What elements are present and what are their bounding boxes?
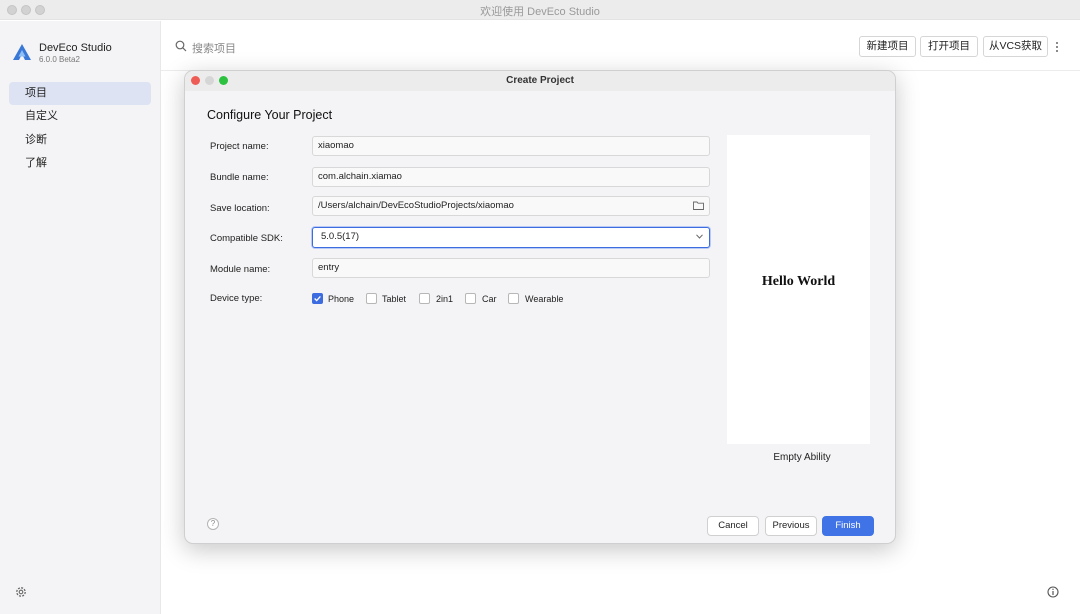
- finish-button[interactable]: Finish: [822, 516, 874, 536]
- bundle-name-label: Bundle name:: [210, 172, 269, 183]
- help-button[interactable]: ?: [207, 518, 219, 530]
- save-location-label: Save location:: [210, 203, 270, 214]
- device-2in1-checkbox[interactable]: [419, 293, 430, 304]
- app-version: 6.0.0 Beta2: [39, 55, 80, 64]
- sidebar: DevEco Studio 6.0.0 Beta2 项目 自定义 诊断 了解: [0, 21, 161, 614]
- search-projects-input[interactable]: 搜索项目: [192, 40, 236, 56]
- template-preview[interactable]: Hello World: [727, 135, 870, 444]
- device-2in1-label: 2in1: [436, 294, 454, 304]
- previous-button[interactable]: Previous: [765, 516, 817, 536]
- sidebar-item-diagnostics[interactable]: 诊断: [9, 129, 151, 152]
- app-name: DevEco Studio: [39, 42, 112, 54]
- deveco-logo-icon: [13, 44, 31, 60]
- sidebar-item-projects[interactable]: 项目: [9, 82, 151, 105]
- checkmark-icon: [314, 296, 321, 302]
- device-car-label: Car: [482, 294, 497, 304]
- project-name-field[interactable]: xiaomao: [312, 136, 710, 156]
- window-titlebar: 欢迎使用 DevEco Studio: [0, 0, 1080, 20]
- save-location-value: /Users/alchain/DevEcoStudioProjects/xiao…: [318, 200, 514, 211]
- save-location-field[interactable]: /Users/alchain/DevEcoStudioProjects/xiao…: [312, 196, 710, 216]
- device-type-label: Device type:: [210, 293, 263, 304]
- window-title: 欢迎使用 DevEco Studio: [480, 6, 600, 18]
- device-wearable-checkbox[interactable]: [508, 293, 519, 304]
- dialog-title: Create Project: [506, 75, 574, 86]
- device-phone-label: Phone: [328, 294, 355, 304]
- create-project-dialog: Create Project Configure Your Project Pr…: [184, 70, 896, 544]
- compatible-sdk-label: Compatible SDK:: [210, 233, 283, 244]
- sidebar-item-customize[interactable]: 自定义: [9, 105, 151, 128]
- dialog-titlebar: Create Project: [185, 71, 895, 91]
- open-project-button[interactable]: 打开项目: [920, 36, 978, 57]
- bundle-name-field[interactable]: com.alchain.xiamao: [312, 167, 710, 187]
- search-icon: [175, 40, 187, 52]
- device-tablet-label: Tablet: [382, 294, 407, 304]
- cancel-button[interactable]: Cancel: [707, 516, 759, 536]
- get-from-vcs-button[interactable]: 从VCS获取: [983, 36, 1048, 57]
- project-name-label: Project name:: [210, 141, 269, 152]
- device-tablet-checkbox[interactable]: [366, 293, 377, 304]
- module-name-label: Module name:: [210, 264, 271, 275]
- device-car-checkbox[interactable]: [465, 293, 476, 304]
- chevron-down-icon: [696, 234, 703, 239]
- sidebar-item-learn[interactable]: 了解: [9, 152, 151, 175]
- info-icon[interactable]: [1047, 586, 1059, 598]
- welcome-toolbar: 搜索项目 新建项目 打开项目 从VCS获取: [161, 21, 1080, 71]
- preview-hello-text: Hello World: [761, 274, 836, 289]
- device-wearable-label: Wearable: [525, 294, 564, 304]
- template-caption: Empty Ability: [773, 452, 831, 463]
- vertical-ellipsis-icon[interactable]: [1054, 40, 1060, 54]
- device-phone-checkbox[interactable]: [312, 293, 323, 304]
- new-project-button[interactable]: 新建项目: [859, 36, 916, 57]
- module-name-field[interactable]: entry: [312, 258, 710, 278]
- gear-icon[interactable]: [14, 585, 28, 599]
- configure-heading: Configure Your Project: [207, 108, 333, 122]
- compatible-sdk-select[interactable]: 5.0.5(17): [312, 227, 710, 248]
- folder-icon[interactable]: [693, 201, 704, 210]
- compatible-sdk-value: 5.0.5(17): [321, 231, 360, 242]
